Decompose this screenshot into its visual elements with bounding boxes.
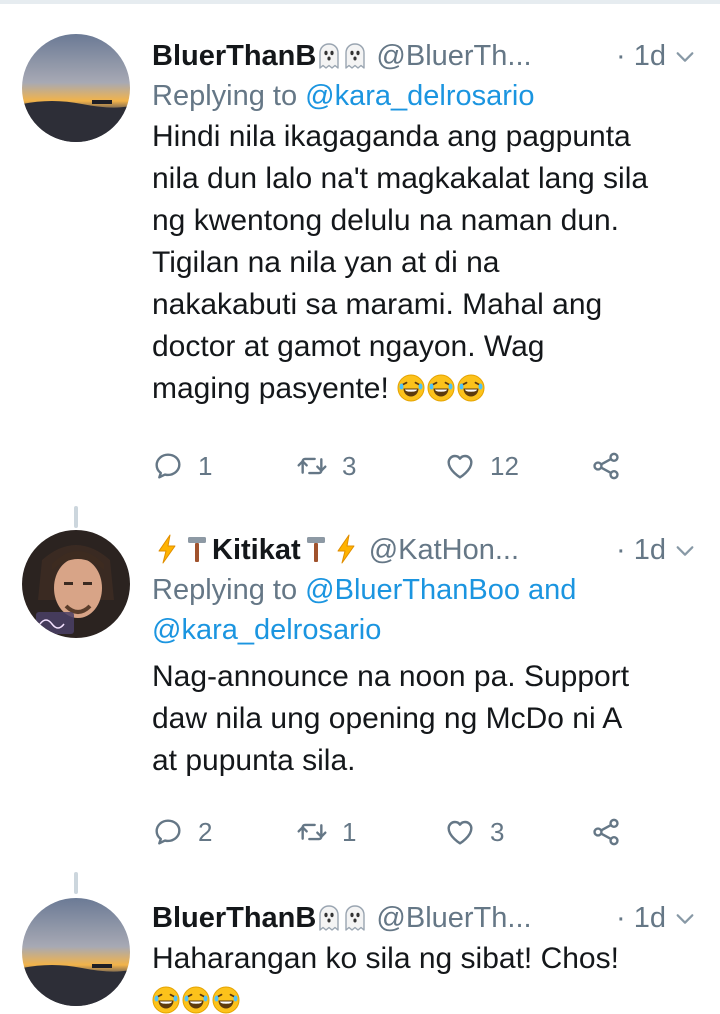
retweet-button[interactable]: 3	[296, 446, 356, 486]
display-name[interactable]: BluerThanB	[152, 40, 316, 72]
ghost-emoji	[317, 904, 341, 932]
handle[interactable]: @BluerTh...	[376, 902, 531, 934]
thread-line	[74, 506, 78, 528]
share-button[interactable]	[590, 446, 636, 486]
text-line: maging pasyente!	[152, 368, 704, 410]
timestamp[interactable]: · 1d	[616, 36, 666, 76]
retweet-icon	[296, 450, 328, 482]
reply-button[interactable]: 1	[152, 446, 212, 486]
laughing-emoji	[427, 374, 455, 402]
lightning-emoji	[335, 534, 357, 564]
text-line: doctor at gamot ngayon. Wag	[152, 330, 545, 363]
tweet-header: Kitikat @KatHon... · 1d	[152, 530, 704, 570]
caret-down-icon[interactable]	[674, 46, 696, 68]
reply-button[interactable]: 2	[152, 812, 212, 852]
tweet-text: Haharangan ko sila ng sibat! Chos!	[152, 938, 704, 1014]
mention-link[interactable]: @kara_delrosario	[305, 80, 534, 112]
ghost-emoji	[343, 42, 367, 70]
action-bar: 2 1 3	[152, 812, 672, 852]
laughing-emoji	[182, 986, 210, 1014]
timestamp[interactable]: · 1d	[616, 898, 666, 938]
like-button[interactable]: 12	[444, 446, 519, 486]
tweet-header: BluerThanB @BluerTh... · 1d	[152, 36, 704, 76]
like-count: 12	[490, 450, 519, 481]
laughing-emoji	[212, 986, 240, 1014]
mention-link[interactable]: @kara_delrosario	[152, 614, 381, 646]
handle[interactable]: @BluerTh...	[376, 40, 531, 72]
tweet-header: BluerThanB @BluerTh... · 1d	[152, 898, 704, 938]
reply-icon	[152, 450, 184, 482]
caret-down-icon[interactable]	[674, 540, 696, 562]
top-divider	[0, 0, 720, 4]
lightning-emoji	[156, 534, 178, 564]
replying-to: Replying to @kara_delrosario	[152, 76, 704, 116]
tweet-text: Nag-announce na noon pa. Support daw nil…	[152, 656, 704, 782]
share-button[interactable]	[590, 812, 636, 852]
hammer-emoji	[305, 534, 327, 564]
text-line: ng kwentong delulu na naman dun.	[152, 204, 620, 237]
text-line: Hindi nila ikagaganda ang pagpunta	[152, 120, 631, 153]
hammer-emoji	[186, 534, 208, 564]
retweet-count: 3	[342, 450, 357, 481]
text-line: Tigilan na nila yan at di na	[152, 246, 500, 279]
timestamp[interactable]: · 1d	[616, 530, 666, 570]
tweet-text: Hindi nila ikagaganda ang pagpunta nila …	[152, 116, 704, 410]
mention-link[interactable]: @BluerThanBoo and	[305, 574, 576, 606]
like-icon	[444, 816, 476, 848]
ghost-emoji	[343, 904, 367, 932]
ghost-emoji	[317, 42, 341, 70]
reply-label: Replying to	[152, 80, 306, 112]
like-icon	[444, 450, 476, 482]
handle[interactable]: @KatHon...	[369, 534, 519, 566]
thread-line	[74, 872, 78, 894]
avatar[interactable]	[22, 530, 130, 638]
display-name[interactable]: Kitikat	[212, 534, 301, 566]
display-name[interactable]: BluerThanB	[152, 902, 316, 934]
retweet-icon	[296, 816, 328, 848]
retweet-button[interactable]: 1	[296, 812, 356, 852]
replying-to: Replying to @BluerThanBoo and @kara_delr…	[152, 570, 704, 650]
laughing-emoji	[397, 374, 425, 402]
text-line: Nag-announce na noon pa. Support	[152, 660, 630, 693]
text-line	[152, 980, 704, 1014]
action-bar: 1 3 12	[152, 446, 672, 486]
caret-down-icon[interactable]	[674, 908, 696, 930]
retweet-count: 1	[342, 816, 357, 847]
share-icon	[590, 816, 622, 848]
text-line: Haharangan ko sila ng sibat! Chos!	[152, 942, 619, 975]
reply-count: 1	[198, 450, 213, 481]
text-line: nila dun lalo na't magkakalat lang sila	[152, 162, 649, 195]
reply-count: 2	[198, 816, 213, 847]
share-icon	[590, 450, 622, 482]
text-line: nakakabuti sa marami. Mahal ang	[152, 288, 603, 321]
avatar[interactable]	[22, 34, 130, 142]
text-line-content: maging pasyente!	[152, 372, 389, 405]
reply-label: Replying to	[152, 574, 306, 606]
avatar[interactable]	[22, 898, 130, 1006]
reply-icon	[152, 816, 184, 848]
laughing-emoji	[457, 374, 485, 402]
text-line: at pupunta sila.	[152, 744, 356, 777]
text-line: daw nila ung opening ng McDo ni A	[152, 702, 623, 735]
laughing-emoji	[152, 986, 180, 1014]
like-count: 3	[490, 816, 505, 847]
like-button[interactable]: 3	[444, 812, 504, 852]
